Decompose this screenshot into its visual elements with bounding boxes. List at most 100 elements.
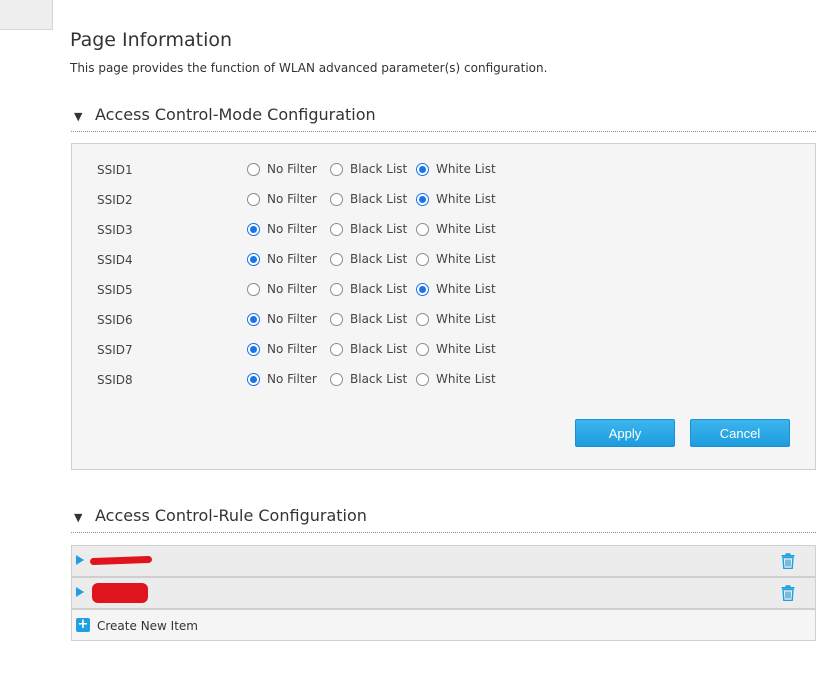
radio-option-black[interactable]: Black List (330, 252, 407, 266)
radio-label: White List (436, 372, 496, 386)
radio-option-nofilter[interactable]: No Filter (247, 282, 317, 296)
ssid-row: SSID7 No Filter Black List White List (72, 340, 815, 360)
radio-button[interactable] (330, 222, 343, 236)
mode-section-header[interactable]: ▼ Access Control-Mode Configuration (71, 104, 816, 132)
radio-button[interactable] (416, 162, 429, 176)
radio-button[interactable] (247, 342, 260, 356)
radio-button[interactable] (416, 372, 429, 386)
radio-label: Black List (350, 162, 408, 176)
radio-option-nofilter[interactable]: No Filter (247, 342, 317, 356)
top-tab[interactable] (0, 0, 53, 30)
radio-option-black[interactable]: Black List (330, 282, 407, 296)
radio-label: Black List (350, 372, 408, 386)
radio-button[interactable] (247, 162, 260, 176)
ssid-row: SSID4 No Filter Black List White List (72, 250, 815, 270)
radio-button[interactable] (416, 312, 429, 326)
radio-label: No Filter (267, 252, 317, 266)
radio-button[interactable] (330, 252, 343, 266)
radio-button[interactable] (247, 312, 260, 326)
radio-label: White List (436, 222, 496, 236)
radio-option-white[interactable]: White List (416, 252, 496, 266)
radio-label: No Filter (267, 282, 317, 296)
create-new-item-label: Create New Item (97, 619, 198, 633)
radio-option-white[interactable]: White List (416, 192, 496, 206)
ssid-row: SSID3 No Filter Black List White List (72, 220, 815, 240)
radio-button[interactable] (416, 282, 429, 296)
ssid-row: SSID1 No Filter Black List White List (72, 160, 815, 180)
radio-option-black[interactable]: Black List (330, 342, 407, 356)
radio-option-black[interactable]: Black List (330, 312, 407, 326)
page-description: This page provides the function of WLAN … (70, 61, 548, 75)
radio-option-white[interactable]: White List (416, 222, 496, 236)
rule-section-header[interactable]: ▼ Access Control-Rule Configuration (71, 505, 816, 533)
radio-label: White List (436, 312, 496, 326)
collapse-triangle-icon[interactable]: ▼ (74, 110, 82, 123)
apply-button[interactable]: Apply (575, 419, 675, 447)
radio-button[interactable] (247, 252, 260, 266)
radio-button[interactable] (416, 222, 429, 236)
radio-option-nofilter[interactable]: No Filter (247, 222, 317, 236)
radio-option-white[interactable]: White List (416, 312, 496, 326)
ssid-row: SSID5 No Filter Black List White List (72, 280, 815, 300)
trash-icon[interactable] (781, 585, 795, 605)
radio-button[interactable] (416, 342, 429, 356)
radio-button[interactable] (330, 312, 343, 326)
radio-button[interactable] (416, 192, 429, 206)
collapse-triangle-icon[interactable]: ▼ (74, 511, 82, 524)
rule-row[interactable] (71, 545, 816, 577)
cancel-button[interactable]: Cancel (690, 419, 790, 447)
radio-button[interactable] (330, 372, 343, 386)
ssid-label: SSID5 (97, 283, 133, 297)
radio-option-nofilter[interactable]: No Filter (247, 372, 317, 386)
radio-label: White List (436, 342, 496, 356)
ssid-row: SSID2 No Filter Black List White List (72, 190, 815, 210)
mode-config-panel: SSID1 No Filter Black List White List SSID2 N… (71, 143, 816, 470)
radio-label: Black List (350, 252, 408, 266)
radio-button[interactable] (247, 222, 260, 236)
radio-button[interactable] (330, 162, 343, 176)
radio-label: White List (436, 252, 496, 266)
radio-button[interactable] (247, 192, 260, 206)
radio-label: No Filter (267, 342, 317, 356)
radio-button[interactable] (330, 342, 343, 356)
radio-option-white[interactable]: White List (416, 372, 496, 386)
plus-icon: + (76, 617, 90, 632)
ssid-label: SSID4 (97, 253, 133, 267)
radio-button[interactable] (330, 282, 343, 296)
trash-icon[interactable] (781, 553, 795, 573)
ssid-label: SSID8 (97, 373, 133, 387)
radio-button[interactable] (247, 372, 260, 386)
expand-arrow-icon[interactable] (76, 555, 84, 565)
rule-row[interactable] (71, 577, 816, 609)
radio-label: No Filter (267, 192, 317, 206)
radio-button[interactable] (330, 192, 343, 206)
radio-label: No Filter (267, 312, 317, 326)
radio-option-nofilter[interactable]: No Filter (247, 162, 317, 176)
radio-option-black[interactable]: Black List (330, 192, 407, 206)
radio-label: White List (436, 162, 496, 176)
radio-label: Black List (350, 282, 408, 296)
radio-option-nofilter[interactable]: No Filter (247, 192, 317, 206)
radio-option-white[interactable]: White List (416, 162, 496, 176)
radio-label: Black List (350, 312, 408, 326)
expand-arrow-icon[interactable] (76, 587, 84, 597)
radio-button[interactable] (247, 282, 260, 296)
radio-option-nofilter[interactable]: No Filter (247, 252, 317, 266)
radio-label: Black List (350, 192, 408, 206)
radio-label: White List (436, 192, 496, 206)
radio-option-black[interactable]: Black List (330, 372, 407, 386)
radio-option-white[interactable]: White List (416, 342, 496, 356)
radio-option-black[interactable]: Black List (330, 162, 407, 176)
radio-option-nofilter[interactable]: No Filter (247, 312, 317, 326)
radio-label: No Filter (267, 162, 317, 176)
ssid-label: SSID6 (97, 313, 133, 327)
radio-option-white[interactable]: White List (416, 282, 496, 296)
radio-label: No Filter (267, 372, 317, 386)
radio-option-black[interactable]: Black List (330, 222, 407, 236)
radio-label: White List (436, 282, 496, 296)
create-new-item-button[interactable]: + Create New Item (71, 609, 816, 641)
page-title: Page Information (70, 29, 233, 51)
mode-section-title: Access Control-Mode Configuration (95, 105, 376, 124)
ssid-row: SSID6 No Filter Black List White List (72, 310, 815, 330)
radio-button[interactable] (416, 252, 429, 266)
